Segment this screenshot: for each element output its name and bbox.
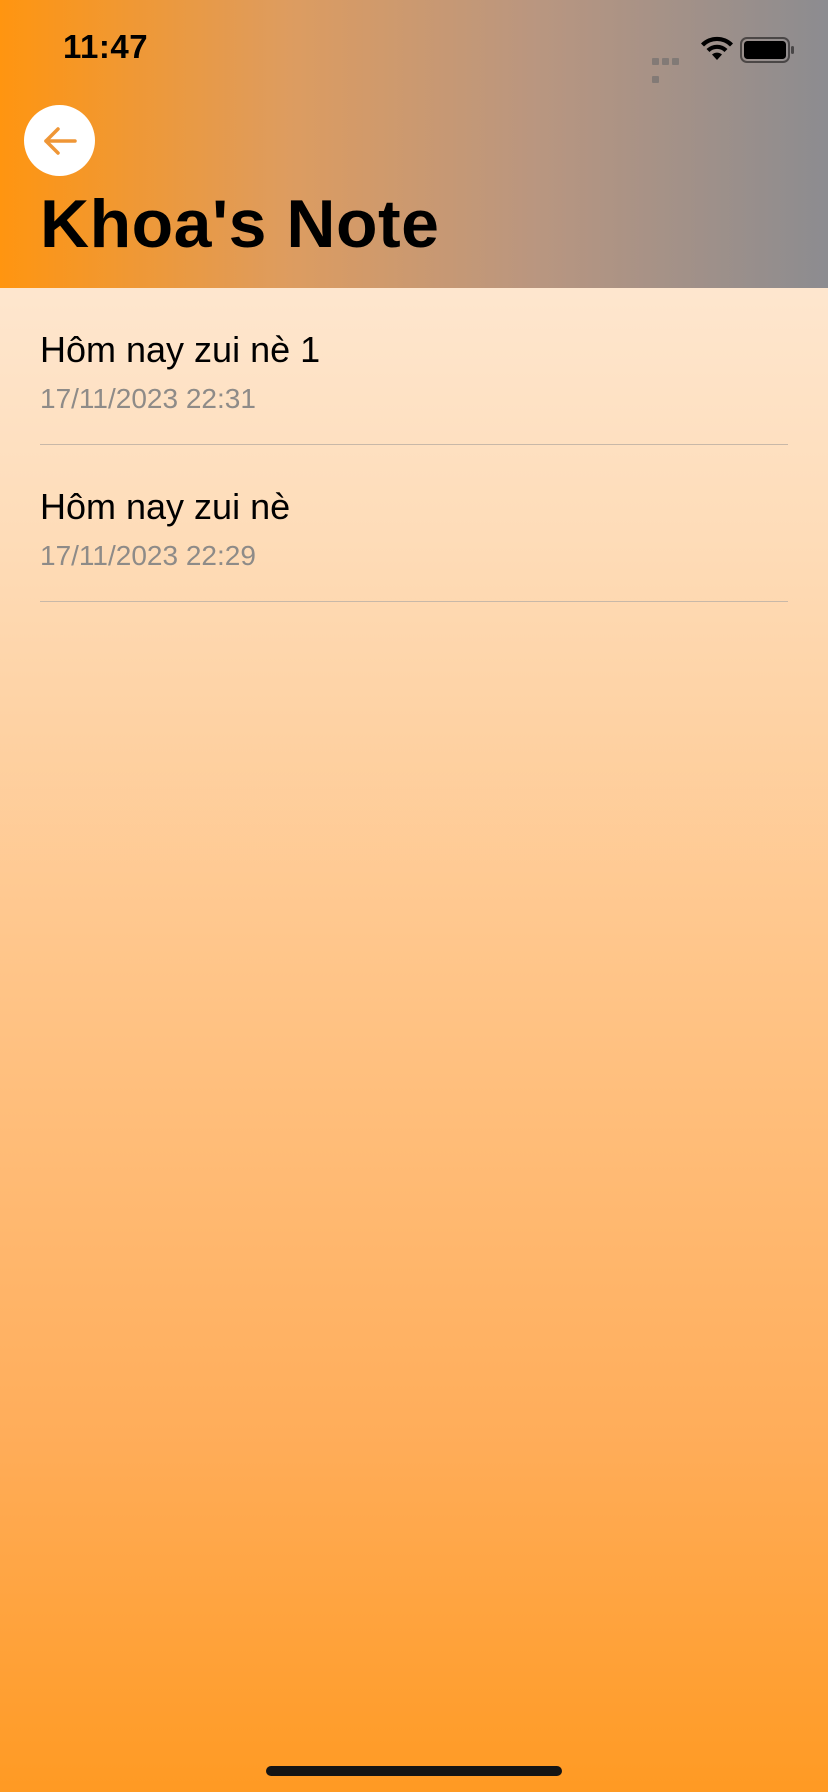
note-title: Hôm nay zui nè bbox=[40, 486, 291, 527]
list-item[interactable]: Hôm nay zui nè 1 17/11/2023 22:31 bbox=[40, 288, 788, 445]
back-button[interactable] bbox=[24, 105, 95, 176]
note-list: Hôm nay zui nè 1 17/11/2023 22:31 Hôm na… bbox=[40, 288, 788, 602]
header: 11:47 Khoa's Note bbox=[0, 0, 828, 288]
page-title: Khoa's Note bbox=[40, 186, 440, 262]
note-title: Hôm nay zui nè 1 bbox=[40, 329, 321, 370]
wifi-icon bbox=[701, 36, 733, 60]
arrow-left-icon bbox=[43, 126, 77, 155]
home-indicator[interactable] bbox=[266, 1766, 562, 1776]
list-item[interactable]: Hôm nay zui nè 17/11/2023 22:29 bbox=[40, 445, 788, 602]
battery-icon bbox=[740, 37, 794, 63]
notes-screen: 11:47 Khoa's Note Hôm nay zui nè 1 17/11… bbox=[0, 0, 828, 1792]
note-date: 17/11/2023 22:29 bbox=[40, 540, 256, 571]
status-time: 11:47 bbox=[63, 28, 149, 65]
note-date: 17/11/2023 22:31 bbox=[40, 383, 256, 414]
cellular-signal-icon bbox=[652, 52, 690, 83]
